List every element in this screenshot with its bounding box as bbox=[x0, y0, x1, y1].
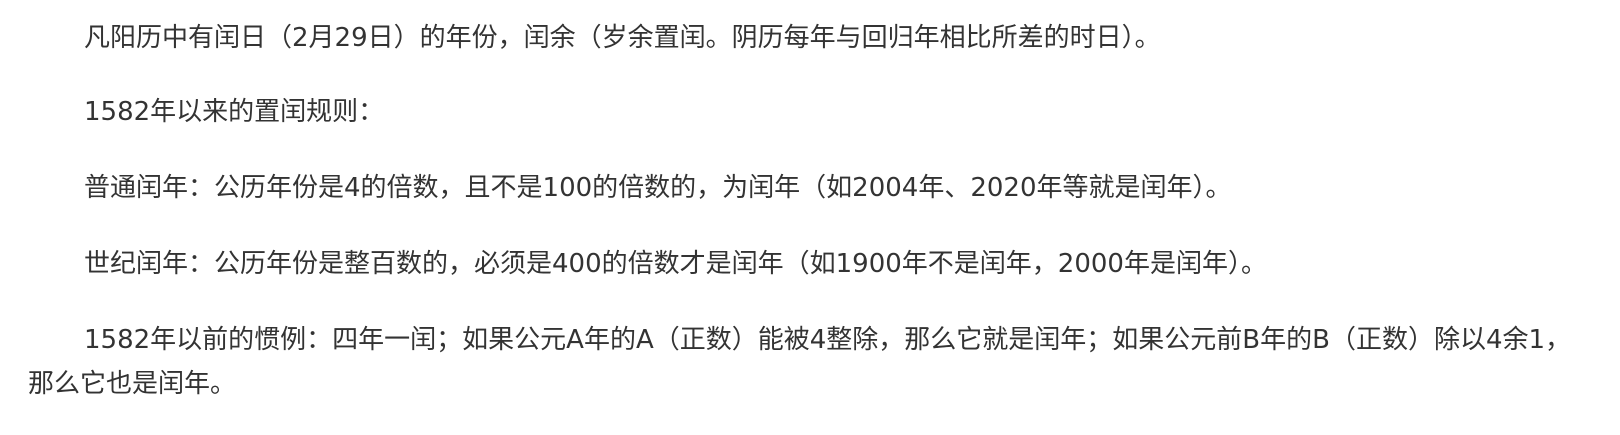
article-body: 凡阳历中有闰日（2月29日）的年份，闰余（岁余置闰。阴历每年与回归年相比所差的时… bbox=[0, 0, 1620, 435]
paragraph-century-leap-year: 世纪闰年：公历年份是整百数的，必须是400的倍数才是闰年（如1900年不是闰年，… bbox=[84, 249, 1267, 279]
paragraph-pre-1582-convention: 1582年以前的惯例：四年一闰；如果公元A年的A（正数）能被4整除，那么它就是闰… bbox=[28, 325, 1572, 399]
paragraph-leap-day-definition: 凡阳历中有闰日（2月29日）的年份，闰余（岁余置闰。阴历每年与回归年相比所差的时… bbox=[84, 23, 1161, 53]
paragraph-rules-heading: 1582年以来的置闰规则： bbox=[84, 97, 385, 127]
paragraph-common-leap-year: 普通闰年：公历年份是4的倍数，且不是100的倍数的，为闰年（如2004年、202… bbox=[84, 173, 1232, 203]
